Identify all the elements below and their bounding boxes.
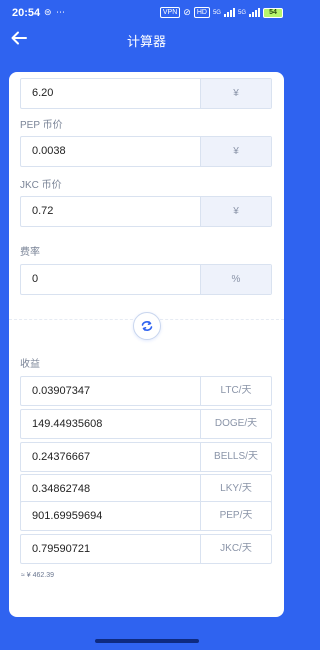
income-row-jkc: 0.79590721 JKC/天	[20, 534, 272, 564]
income-value: 901.69959694	[21, 502, 201, 530]
home-indicator[interactable]	[95, 639, 199, 643]
status-right-icons: VPN ⊘ HD 5G 5G 54	[159, 7, 283, 18]
income-row-doge: 149.44935608 DOGE/天	[20, 409, 272, 439]
income-value: 0.03907347	[21, 377, 201, 405]
calculator-card: 6.20 ¥ PEP 币价 0.0038 ¥ JKC 币价 0.72 ¥ 费率 …	[9, 72, 284, 617]
fee-rate-field: 0 %	[20, 264, 272, 295]
battery-icon: 54	[263, 7, 283, 18]
income-value: 0.34862748	[21, 475, 201, 503]
income-unit: PEP/天	[219, 510, 253, 521]
income-total: ≈ ¥ 462.39	[21, 572, 55, 579]
network-gen-2: 5G	[237, 9, 246, 16]
income-row-pep: 901.69959694 PEP/天	[20, 501, 272, 531]
signal-icon-1	[223, 8, 235, 17]
notification-icons: ⊜ ⋯	[44, 7, 67, 17]
income-unit: DOGE/天	[214, 418, 258, 429]
refresh-swap-icon	[141, 321, 153, 331]
income-unit: LKY/天	[220, 483, 252, 494]
app-header: 计算器	[0, 26, 293, 54]
swap-button[interactable]	[133, 312, 161, 340]
price-input-value[interactable]: 6.20	[21, 79, 201, 108]
fee-rate-label: 费率	[20, 247, 40, 258]
network-gen-1: 5G	[212, 9, 221, 16]
jkc-price-unit: ¥	[201, 197, 271, 226]
income-value: 149.44935608	[21, 410, 201, 438]
page-title: 计算器	[126, 34, 166, 49]
income-row-lky: 0.34862748 LKY/天	[20, 474, 272, 504]
pep-price-field: 0.0038 ¥	[20, 136, 272, 167]
price-unit: ¥	[201, 79, 271, 108]
jkc-price-input[interactable]: 0.72	[21, 197, 201, 226]
pep-price-unit: ¥	[201, 137, 271, 166]
hd-chip: HD	[193, 7, 210, 18]
fee-rate-unit: %	[201, 265, 271, 294]
signal-icon-2	[249, 8, 260, 17]
income-row-bells: 0.24376667 BELLS/天	[20, 442, 272, 472]
income-unit: JKC/天	[220, 543, 252, 554]
price-input-row-1: 6.20 ¥	[20, 78, 272, 109]
income-unit: LTC/天	[220, 385, 252, 396]
jkc-price-field: 0.72 ¥	[20, 196, 272, 227]
status-time: 20:54	[12, 7, 41, 19]
vpn-chip: VPN	[159, 7, 181, 18]
income-label: 收益	[20, 359, 40, 370]
income-value: 0.79590721	[21, 535, 201, 563]
income-unit: BELLS/天	[214, 451, 258, 462]
pep-price-input[interactable]: 0.0038	[21, 137, 201, 166]
status-bar: 20:54 ⊜ ⋯ VPN ⊘ HD 5G 5G 54	[0, 0, 293, 26]
income-value: 0.24376667	[21, 443, 201, 471]
link-icon: ⊘	[183, 7, 191, 17]
jkc-price-label: JKC 币价	[20, 180, 62, 191]
fee-rate-input[interactable]: 0	[21, 265, 201, 294]
income-row-ltc: 0.03907347 LTC/天	[20, 376, 272, 406]
pep-price-label: PEP 币价	[20, 120, 63, 131]
